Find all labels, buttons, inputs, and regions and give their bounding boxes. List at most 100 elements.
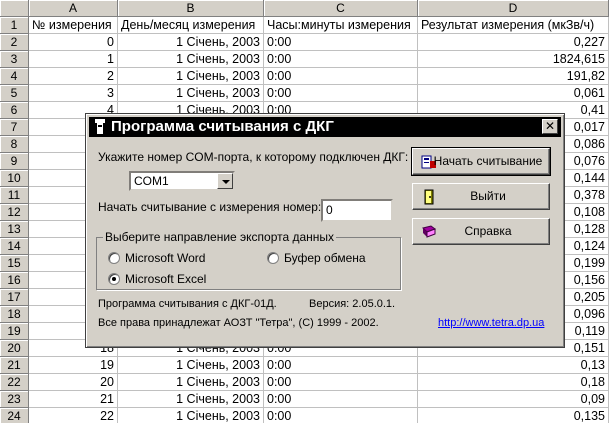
- com-port-select[interactable]: COM1: [129, 171, 235, 191]
- cell-d[interactable]: 191,82: [418, 68, 609, 85]
- row-header[interactable]: 6: [0, 102, 29, 119]
- dialog-titlebar[interactable]: Программа считывания с ДКГ ✕: [89, 117, 561, 137]
- row-header[interactable]: 16: [0, 272, 29, 289]
- start-reading-button[interactable]: Начать считывание: [411, 147, 551, 176]
- row-header[interactable]: 13: [0, 221, 29, 238]
- cell-d[interactable]: 0,061: [418, 85, 609, 102]
- cell-a[interactable]: 21: [29, 391, 118, 408]
- radio-word-label[interactable]: Microsoft Word: [125, 251, 205, 265]
- cell-c[interactable]: 0:00: [264, 374, 418, 391]
- export-groupbox: Выберите направление экспорта данных Mic…: [96, 230, 401, 290]
- column-header-a[interactable]: A: [29, 0, 118, 17]
- cell-a[interactable]: 2: [29, 68, 118, 85]
- row-header[interactable]: 20: [0, 340, 29, 357]
- table-row: 24 22 1 Січень, 2003 0:00 0,135: [0, 408, 609, 423]
- row-header[interactable]: 15: [0, 255, 29, 272]
- cell-c[interactable]: 0:00: [264, 408, 418, 423]
- radio-word[interactable]: [108, 252, 120, 264]
- cell-a[interactable]: 3: [29, 85, 118, 102]
- row-header[interactable]: 21: [0, 357, 29, 374]
- cell-d[interactable]: 0,18: [418, 374, 609, 391]
- radio-excel[interactable]: [108, 273, 120, 285]
- table-row: 21 19 1 Січень, 2003 0:00 0,13: [0, 357, 609, 374]
- row-header[interactable]: 2: [0, 34, 29, 51]
- cell-d[interactable]: 0,227: [418, 34, 609, 51]
- radio-excel-label[interactable]: Microsoft Excel: [125, 272, 206, 286]
- cell-c[interactable]: 0:00: [264, 357, 418, 374]
- exit-label: Выйти: [470, 189, 506, 203]
- row-header[interactable]: 9: [0, 153, 29, 170]
- table-row: 22 20 1 Січень, 2003 0:00 0,18: [0, 374, 609, 391]
- cell-header-b[interactable]: День/месяц измерения: [118, 17, 264, 34]
- row-header[interactable]: 10: [0, 170, 29, 187]
- cell-c[interactable]: 0:00: [264, 85, 418, 102]
- cell-d[interactable]: 0,13: [418, 357, 609, 374]
- select-all-corner[interactable]: [0, 0, 29, 17]
- start-number-input[interactable]: 0: [321, 199, 393, 222]
- column-header-c[interactable]: C: [264, 0, 418, 17]
- dialog-title: Программа считывания с ДКГ: [111, 118, 334, 135]
- row-header[interactable]: 22: [0, 374, 29, 391]
- table-row: 311 Січень, 2003 0:00 1824,615: [0, 51, 609, 68]
- help-label: Справка: [464, 224, 512, 238]
- cell-a[interactable]: 0: [29, 34, 118, 51]
- row-header[interactable]: 3: [0, 51, 29, 68]
- reader-dialog: Программа считывания с ДКГ ✕ Укажите ном…: [85, 113, 565, 348]
- cell-c[interactable]: 0:00: [264, 68, 418, 85]
- row-header[interactable]: 5: [0, 85, 29, 102]
- table-header-row: 1 № измерения День/месяц измерения Часы:…: [0, 17, 609, 34]
- cell-c[interactable]: 0:00: [264, 34, 418, 51]
- row-header[interactable]: 11: [0, 187, 29, 204]
- row-header[interactable]: 19: [0, 323, 29, 340]
- table-row: 531 Січень, 2003 0:00 0,061: [0, 85, 609, 102]
- cell-header-d[interactable]: Результат измерения (мкЗв/ч): [418, 17, 609, 34]
- cell-b[interactable]: 1 Січень, 2003: [118, 34, 264, 51]
- row-header[interactable]: 14: [0, 238, 29, 255]
- radio-clipboard-label[interactable]: Буфер обмена: [284, 251, 366, 265]
- exit-button[interactable]: Выйти: [412, 183, 550, 210]
- cell-d[interactable]: 0,135: [418, 408, 609, 423]
- close-button[interactable]: ✕: [542, 119, 558, 134]
- row-header[interactable]: 17: [0, 289, 29, 306]
- cell-b[interactable]: 1 Січень, 2003: [118, 374, 264, 391]
- cell-d[interactable]: 1824,615: [418, 51, 609, 68]
- cell-b[interactable]: 1 Січень, 2003: [118, 51, 264, 68]
- com-port-value: COM1: [134, 174, 169, 188]
- cell-header-c[interactable]: Часы:минуты измерения: [264, 17, 418, 34]
- column-header-row: A B C D: [0, 0, 609, 17]
- cell-b[interactable]: 1 Січень, 2003: [118, 85, 264, 102]
- cell-a[interactable]: 20: [29, 374, 118, 391]
- export-group-title: Выберите направление экспорта данных: [103, 230, 337, 244]
- cell-a[interactable]: 1: [29, 51, 118, 68]
- radio-clipboard[interactable]: [267, 252, 279, 264]
- cell-b[interactable]: 1 Січень, 2003: [118, 357, 264, 374]
- start-number-label: Начать считывание с измерения номер:: [98, 200, 322, 214]
- cell-a[interactable]: 22: [29, 408, 118, 423]
- row-header[interactable]: 23: [0, 391, 29, 408]
- website-link[interactable]: http://www.tetra.dp.ua: [438, 317, 544, 329]
- row-header[interactable]: 7: [0, 119, 29, 136]
- dosimeter-icon: [95, 119, 105, 134]
- column-header-b[interactable]: B: [118, 0, 264, 17]
- cell-header-a[interactable]: № измерения: [29, 17, 118, 34]
- cell-b[interactable]: 1 Січень, 2003: [118, 68, 264, 85]
- cell-b[interactable]: 1 Січень, 2003: [118, 391, 264, 408]
- row-header[interactable]: 4: [0, 68, 29, 85]
- table-row: 421 Січень, 2003 0:00 191,82: [0, 68, 609, 85]
- copyright-text: Все права принадлежат АОЗТ "Тетра", (C) …: [98, 317, 379, 329]
- cell-b[interactable]: 1 Січень, 2003: [118, 408, 264, 423]
- row-header[interactable]: 24: [0, 408, 29, 423]
- table-row: 23 21 1 Січень, 2003 0:00 0,09: [0, 391, 609, 408]
- chevron-down-icon[interactable]: [217, 173, 233, 189]
- program-info: Программа считывания с ДКГ-01Д.: [98, 298, 277, 310]
- row-header[interactable]: 1: [0, 17, 29, 34]
- cell-d[interactable]: 0,09: [418, 391, 609, 408]
- row-header[interactable]: 18: [0, 306, 29, 323]
- cell-c[interactable]: 0:00: [264, 391, 418, 408]
- row-header[interactable]: 8: [0, 136, 29, 153]
- column-header-d[interactable]: D: [418, 0, 609, 17]
- cell-a[interactable]: 19: [29, 357, 118, 374]
- help-button[interactable]: Справка: [412, 218, 550, 245]
- cell-c[interactable]: 0:00: [264, 51, 418, 68]
- row-header[interactable]: 12: [0, 204, 29, 221]
